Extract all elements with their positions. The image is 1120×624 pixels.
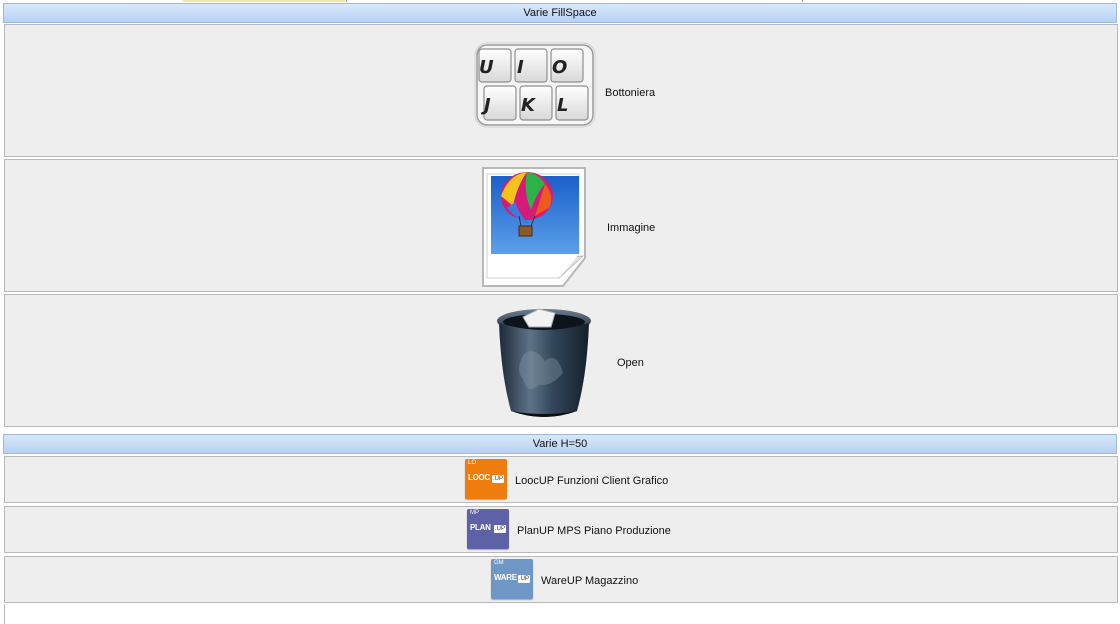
row-label: Open	[617, 357, 644, 369]
row-label: PlanUP MPS Piano Produzione	[517, 525, 671, 537]
row-bottoniera[interactable]: Bottoniera	[4, 24, 1118, 157]
tile-code: LO	[468, 460, 477, 466]
section-title: Varie FillSpace	[523, 7, 597, 19]
row-label: LoocUP Funzioni Client Grafico	[515, 475, 669, 487]
planup-app-icon: MP PLAN .UP	[467, 509, 509, 549]
tile-code: GM	[494, 560, 504, 566]
tile-name: WARE	[494, 573, 517, 582]
tile-code: MP	[470, 510, 479, 516]
key-letter: O	[552, 57, 568, 78]
loocup-app-icon: LO LOOC .UP	[465, 459, 507, 499]
tile-name: PLAN	[470, 523, 491, 532]
top-strip-tick	[802, 0, 803, 2]
key-letter: U	[479, 57, 494, 78]
balloon-picture-icon	[482, 167, 586, 287]
section-header-h50[interactable]: Varie H=50	[3, 434, 1117, 454]
key-letter: L	[557, 95, 569, 116]
empty-area	[4, 604, 1118, 624]
row-label: Immagine	[607, 222, 656, 234]
row-wareup[interactable]: GM WARE .UP WareUP Magazzino	[4, 556, 1118, 603]
key-letter: J	[484, 95, 491, 116]
row-planup[interactable]: MP PLAN .UP PlanUP MPS Piano Produzione	[4, 506, 1118, 553]
top-strip-accent	[183, 0, 345, 2]
row-loocup[interactable]: LO LOOC .UP LoocUP Funzioni Client Grafi…	[4, 456, 1118, 503]
key-letter: I	[517, 57, 524, 78]
row-label: Bottoniera	[605, 87, 656, 99]
section-title: Varie H=50	[532, 438, 588, 450]
tile-badge: .UP	[517, 575, 530, 583]
tile-badge: .UP	[493, 525, 506, 533]
trash-bin-icon	[497, 308, 591, 417]
row-immagine[interactable]: Immagine	[4, 159, 1118, 292]
wareup-app-icon: GM WARE .UP	[491, 559, 533, 599]
row-label: WareUP Magazzino	[541, 575, 639, 587]
tile-name: LOOC	[468, 473, 490, 482]
top-strip-tick	[346, 0, 347, 2]
tile-badge: .UP	[491, 475, 504, 483]
row-open[interactable]: Open	[4, 294, 1118, 427]
key-letter: K	[521, 95, 535, 116]
section-header-fillspace[interactable]: Varie FillSpace	[3, 3, 1117, 23]
